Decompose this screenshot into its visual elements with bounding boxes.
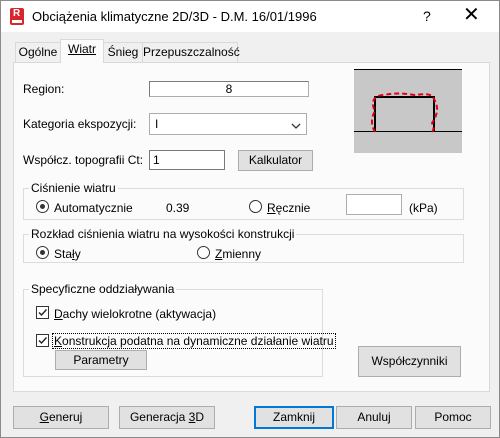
help-title-button[interactable]: ? <box>423 8 431 24</box>
coefficients-button[interactable]: Współczynniki <box>358 346 461 377</box>
constant-label[interactable]: Stały <box>54 247 81 261</box>
region-label: Region: <box>23 82 65 96</box>
exposure-label: Kategoria ekspozycji: <box>23 117 137 131</box>
tab-general[interactable]: Ogólne <box>15 42 61 62</box>
checkmark-icon <box>38 309 48 317</box>
wind-preview-image <box>354 69 462 153</box>
automatic-radio[interactable] <box>36 200 49 213</box>
exposure-selected-value: I <box>155 117 159 131</box>
dialog-window: R Obciążenia klimatyczne 2D/3D - D.M. 16… <box>0 0 500 438</box>
tab-wind[interactable]: Wiatr <box>60 39 104 63</box>
manual-pressure-input[interactable] <box>346 194 402 215</box>
tab-snow[interactable]: Śnieg <box>103 42 143 62</box>
topography-label: Współcz. topografii Ct: <box>23 153 144 167</box>
variable-label[interactable]: Zmienny <box>215 247 261 261</box>
generate-3d-button[interactable]: Generacja 3D <box>119 406 215 429</box>
topography-input[interactable]: 1 <box>149 150 225 170</box>
automatic-label[interactable]: Automatycznie <box>54 201 133 215</box>
close-button[interactable]: Zamknij <box>254 406 334 429</box>
region-value-field[interactable]: 8 <box>149 81 309 97</box>
exposure-select[interactable]: I <box>149 113 307 135</box>
title-bar: R Obciążenia klimatyczne 2D/3D - D.M. 16… <box>1 1 499 32</box>
window-title: Obciążenia klimatyczne 2D/3D - D.M. 16/0… <box>32 9 317 24</box>
multi-roof-checkbox[interactable] <box>36 306 49 319</box>
checkmark-icon <box>38 337 48 345</box>
wind-pressure-title: Ciśnienie wiatru <box>29 181 118 195</box>
calculator-button[interactable]: Kalkulator <box>238 150 313 171</box>
dynamic-structure-checkbox[interactable] <box>36 334 49 347</box>
tab-permeability[interactable]: Przepuszczalność <box>142 42 240 62</box>
specific-actions-title: Specyficzne oddziaływania <box>29 282 177 296</box>
pressure-distribution-title: Rozkład ciśnienia wiatru na wysokości ko… <box>29 227 297 241</box>
variable-radio[interactable] <box>197 246 210 259</box>
cancel-button[interactable]: Anuluj <box>336 406 412 429</box>
chevron-down-icon <box>291 119 301 133</box>
manual-label[interactable]: Ręcznie <box>267 201 310 215</box>
parameters-button[interactable]: Parametry <box>55 350 147 370</box>
app-logo-icon: R <box>10 8 24 25</box>
generate-button[interactable]: Generuj <box>13 406 109 429</box>
help-button[interactable]: Pomoc <box>415 406 491 429</box>
dynamic-structure-label[interactable]: Konstrukcja podatna na dynamiczne działa… <box>52 333 336 349</box>
automatic-pressure-value: 0.39 <box>166 201 190 215</box>
pressure-unit-label: (kPa) <box>409 201 438 215</box>
constant-radio[interactable] <box>36 246 49 259</box>
manual-radio[interactable] <box>249 200 262 213</box>
close-window-button[interactable]: ✕ <box>463 5 480 25</box>
multi-roof-label[interactable]: Dachy wielokrotne (aktywacja) <box>54 307 216 321</box>
